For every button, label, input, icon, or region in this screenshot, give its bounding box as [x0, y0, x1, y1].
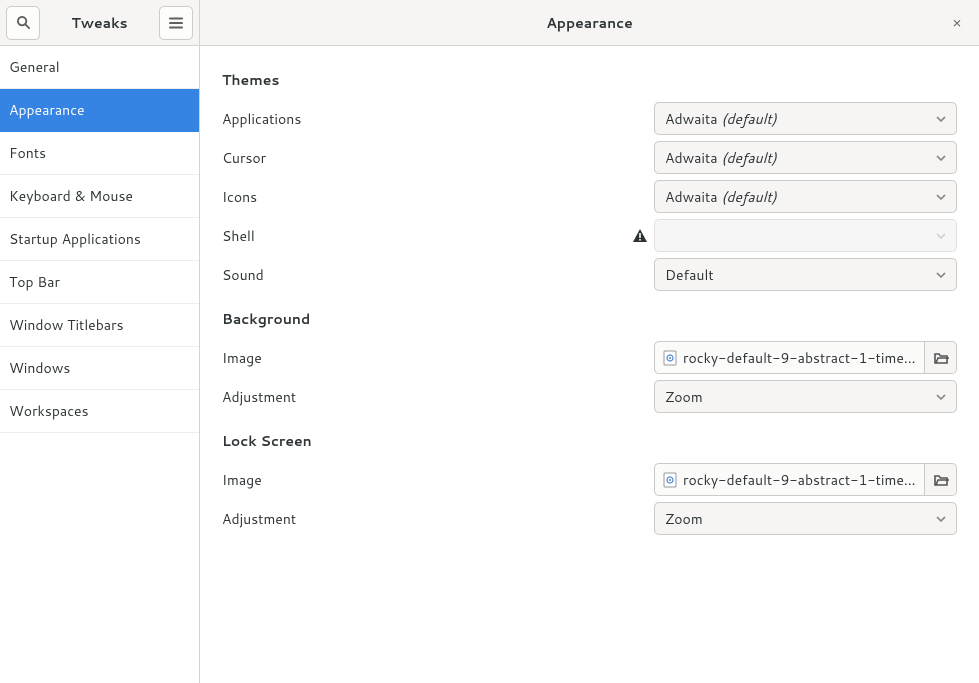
filechooser-ls-image[interactable]: rocky-default-9-abstract-1-time.xml	[654, 463, 957, 496]
label-cursor: Cursor	[222, 148, 266, 168]
folder-open-icon	[933, 473, 949, 487]
dropdown-bg-adjustment[interactable]: Zoom	[654, 380, 957, 413]
main-panel: Appearance × Themes Applications Adwaita…	[200, 0, 979, 683]
label-sound: Sound	[222, 265, 264, 285]
row-shell: Shell	[222, 219, 957, 252]
row-cursor: Cursor Adwaita (default)	[222, 141, 957, 174]
dropdown-ls-adjustment-value: Zoom	[665, 509, 936, 529]
section-background: Background	[222, 309, 957, 329]
filechooser-bg-browse[interactable]	[924, 342, 956, 373]
chevron-down-icon	[936, 272, 946, 278]
sidebar-list: General Appearance Fonts Keyboard & Mous…	[0, 46, 199, 683]
hamburger-icon	[169, 17, 183, 29]
label-ls-adjustment: Adjustment	[222, 509, 296, 529]
row-applications: Applications Adwaita (default)	[222, 102, 957, 135]
row-ls-image: Image rocky-default-9-abstract-1-time.xm…	[222, 463, 957, 496]
dropdown-shell	[654, 219, 957, 252]
chevron-down-icon	[936, 116, 946, 122]
close-icon: ×	[952, 12, 962, 33]
sidebar-item-startup-applications[interactable]: Startup Applications	[0, 218, 199, 261]
search-icon	[16, 15, 31, 30]
app-title: Tweaks	[46, 13, 153, 33]
content-area: Themes Applications Adwaita (default) Cu…	[200, 46, 979, 683]
dropdown-sound[interactable]: Default	[654, 258, 957, 291]
sidebar-item-workspaces[interactable]: Workspaces	[0, 390, 199, 433]
row-ls-adjustment: Adjustment Zoom	[222, 502, 957, 535]
chevron-down-icon	[936, 194, 946, 200]
dropdown-ls-adjustment[interactable]: Zoom	[654, 502, 957, 535]
chevron-down-icon	[936, 516, 946, 522]
dropdown-icons-value: Adwaita (default)	[665, 187, 936, 207]
sidebar-item-fonts[interactable]: Fonts	[0, 132, 199, 175]
sidebar-item-windows[interactable]: Windows	[0, 347, 199, 390]
dropdown-bg-adjustment-value: Zoom	[665, 387, 936, 407]
sidebar-item-appearance[interactable]: Appearance	[0, 89, 199, 132]
filechooser-ls-filename: rocky-default-9-abstract-1-time.xml	[683, 470, 916, 490]
dropdown-applications[interactable]: Adwaita (default)	[654, 102, 957, 135]
label-applications: Applications	[222, 109, 301, 129]
search-button[interactable]	[6, 6, 40, 40]
file-icon	[663, 472, 677, 488]
filechooser-ls-browse[interactable]	[924, 464, 956, 495]
sidebar-item-window-titlebars[interactable]: Window Titlebars	[0, 304, 199, 347]
file-icon	[663, 350, 677, 366]
chevron-down-icon	[936, 394, 946, 400]
row-sound: Sound Default	[222, 258, 957, 291]
dropdown-applications-value: Adwaita (default)	[665, 109, 936, 129]
warning-icon	[632, 228, 648, 243]
row-icons: Icons Adwaita (default)	[222, 180, 957, 213]
label-shell: Shell	[222, 226, 255, 246]
menu-button[interactable]	[159, 6, 193, 40]
sidebar: Tweaks General Appearance Fonts Keyboard…	[0, 0, 200, 683]
chevron-down-icon	[936, 155, 946, 161]
row-bg-adjustment: Adjustment Zoom	[222, 380, 957, 413]
folder-open-icon	[933, 351, 949, 365]
filechooser-bg-filename: rocky-default-9-abstract-1-time.xml	[683, 348, 916, 368]
dropdown-icons[interactable]: Adwaita (default)	[654, 180, 957, 213]
main-header: Appearance ×	[200, 0, 979, 46]
dropdown-cursor[interactable]: Adwaita (default)	[654, 141, 957, 174]
sidebar-item-general[interactable]: General	[0, 46, 199, 89]
label-bg-image: Image	[222, 348, 262, 368]
chevron-down-icon	[936, 233, 946, 239]
sidebar-item-keyboard-mouse[interactable]: Keyboard & Mouse	[0, 175, 199, 218]
close-button[interactable]: ×	[945, 11, 969, 35]
dropdown-sound-value: Default	[665, 265, 936, 285]
section-lockscreen: Lock Screen	[222, 431, 957, 451]
sidebar-item-top-bar[interactable]: Top Bar	[0, 261, 199, 304]
label-bg-adjustment: Adjustment	[222, 387, 296, 407]
dropdown-cursor-value: Adwaita (default)	[665, 148, 936, 168]
label-ls-image: Image	[222, 470, 262, 490]
sidebar-header: Tweaks	[0, 0, 199, 46]
page-title: Appearance	[546, 13, 633, 33]
row-bg-image: Image rocky-default-9-abstract-1-time.xm…	[222, 341, 957, 374]
label-icons: Icons	[222, 187, 257, 207]
section-themes: Themes	[222, 70, 957, 90]
filechooser-bg-image[interactable]: rocky-default-9-abstract-1-time.xml	[654, 341, 957, 374]
